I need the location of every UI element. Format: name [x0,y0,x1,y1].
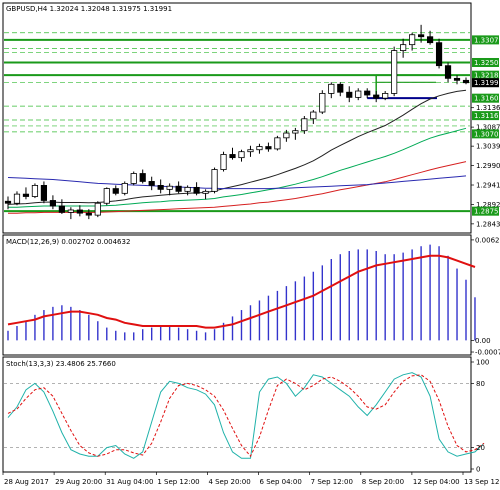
candle-body [346,91,353,98]
time-axis-label: 4 Sep 20:00 [208,478,250,486]
candle-body [139,173,146,182]
time-axis-label: 7 Sep 12:00 [311,478,353,486]
candle-body [418,34,425,38]
candle-body [211,169,218,192]
price-tick-label: 1.2990 [476,162,500,170]
price-tick-label: 1.2941 [476,182,500,190]
candle-body [391,50,398,94]
time-axis-label: 6 Sep 04:00 [260,478,302,486]
time-axis-label: 1 Sep 12:00 [157,478,199,486]
candle-body [274,137,281,150]
candle-body [238,151,245,159]
candle-body [157,185,164,190]
macd-panel-frame [2,234,472,356]
candle-body [310,111,317,120]
candle-body [166,185,173,190]
price-title: GBPUSD,H4 1.32024 1.32048 1.31975 1.3199… [6,5,172,13]
candle-body [400,44,407,51]
candle-body [76,209,83,214]
candle-body [373,94,380,99]
candle-body [22,193,30,197]
candle-body [202,190,209,194]
candle-body [193,186,200,194]
price-tick-label: 1.3070 [474,130,499,138]
time-axis-label: 13 Sep 12:00 [464,478,500,486]
price-panel-frame [2,2,472,234]
candle-body [247,149,254,153]
stoch-tick-label: 20 [476,444,485,452]
candle-body [355,90,362,98]
candle-body [462,79,470,84]
stoch-tick-label: 0 [476,466,480,474]
current-price-label: 1.3199 [474,79,499,87]
stoch-tick-label: 80 [476,380,485,388]
time-axis-label: 12 Sep 04:00 [413,478,460,486]
candle-body [265,146,272,150]
candle-body [49,200,56,207]
macd-tick-label: 0.00 [475,337,491,345]
candle-body [382,93,389,99]
mt4-chart[interactable]: GBPUSD,H4 1.32024 1.32048 1.31975 1.3199… [0,0,500,490]
stoch-tick-label: 100 [476,359,489,367]
price-tick-label: 1.3039 [476,143,500,151]
time-axis-label: 29 Aug 20:00 [55,478,102,486]
candle-body [319,93,326,113]
candle-body [256,146,263,151]
price-tick-label: 1.2875 [474,208,499,216]
candle-body [31,185,39,197]
candle-body [58,205,65,213]
candle-body [220,154,227,170]
candle-body [426,36,434,44]
candle-body [121,183,128,194]
time-axis-label: 8 Sep 20:00 [362,478,404,486]
candle-body [301,118,308,132]
candle-body [328,83,335,94]
candle-body [13,193,21,204]
candle-body [103,188,110,204]
macd-tick-label: 0.006296 [475,236,500,244]
candle-body [148,181,155,186]
candle-body [85,212,92,216]
time-axis-label: 31 Aug 04:00 [106,478,153,486]
time-axis-label: 28 Aug 2017 [4,478,49,486]
candle-body [94,202,101,216]
candle-body [130,173,137,184]
stoch-title: Stoch(13,3,3) 23.4806 25.7660 [6,360,116,368]
candle-body [435,42,443,67]
candle-body [337,83,344,93]
candle-body [364,90,371,96]
candle-body [229,154,236,159]
candle-body [67,209,74,213]
candle-body [409,34,416,46]
candle-body [4,200,12,204]
chart-canvas: GBPUSD,H4 1.32024 1.32048 1.31975 1.3199… [2,2,500,486]
price-tick-label: 1.3250 [474,59,499,67]
candle-body [283,132,290,139]
price-tick-label: 1.3136 [476,104,500,112]
candle-body [175,185,182,192]
price-tick-label: 1.2843 [476,220,500,228]
macd-title: MACD(12,26,9) 0.002702 0.004632 [6,238,130,246]
price-tick-label: 1.3116 [474,112,499,120]
candle-body [40,185,48,201]
candle-body [184,186,191,192]
price-tick-label: 1.3307 [474,36,499,44]
price-tick-label: 1.3160 [474,95,499,103]
macd-tick-label: -0.000731 [475,349,500,357]
candle-body [292,130,299,134]
candle-body [444,65,452,79]
candle-body [112,188,119,194]
candle-body [453,77,461,81]
